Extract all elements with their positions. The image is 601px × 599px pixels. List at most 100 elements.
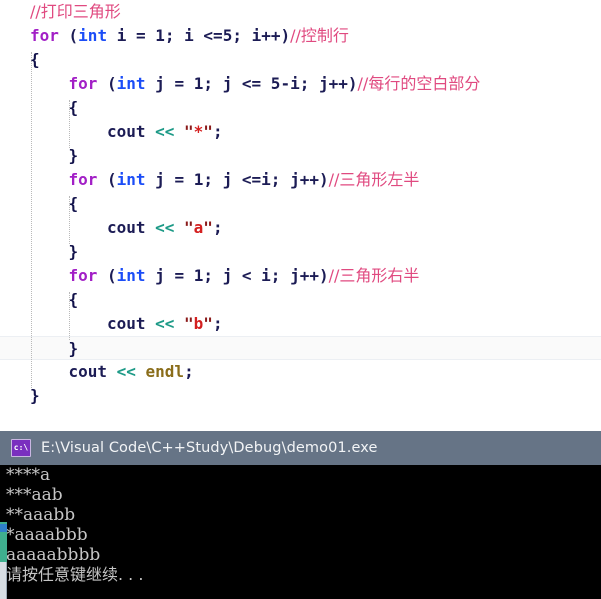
- console-output-line: ****a: [6, 465, 51, 485]
- code-token: ;: [203, 266, 223, 285]
- code-line[interactable]: //打印三角形: [0, 0, 601, 24]
- code-token: ): [318, 266, 329, 285]
- background-window-scrollbar-arrow[interactable]: [0, 524, 7, 532]
- code-token: ": [203, 314, 213, 333]
- code-line[interactable]: {: [0, 192, 601, 216]
- code-token: ": [184, 314, 194, 333]
- code-token: <: [241, 266, 262, 285]
- code-token: ": [184, 122, 194, 141]
- code-token: j: [145, 74, 175, 93]
- code-line[interactable]: }: [0, 240, 601, 264]
- code-line[interactable]: }: [0, 336, 601, 360]
- indent-guide: [31, 52, 32, 388]
- code-line[interactable]: for (int j = 1; j <=i; j++)//三角形左半: [0, 168, 601, 192]
- code-token: for: [30, 26, 59, 45]
- code-token: =: [174, 266, 194, 285]
- code-token: i: [261, 266, 271, 285]
- code-token: cout: [106, 314, 146, 333]
- code-token: 1: [155, 26, 165, 45]
- code-token: ;: [203, 74, 223, 93]
- code-token: i++: [251, 26, 281, 45]
- code-token: ;: [203, 170, 223, 189]
- code-token: <=5: [203, 26, 233, 45]
- code-token: ": [203, 218, 213, 237]
- code-token: j++: [290, 266, 319, 285]
- code-token: 1: [193, 266, 204, 285]
- code-line[interactable]: cout << "*";: [0, 120, 601, 144]
- code-token: ;: [270, 266, 291, 285]
- code-token: for: [68, 266, 98, 285]
- code-token: ): [347, 74, 358, 93]
- code-token: ;: [270, 170, 291, 189]
- console-prompt-line: 请按任意键继续. . .: [6, 565, 144, 584]
- code-token: =: [174, 74, 194, 93]
- code-token: //每行的空白部分: [357, 74, 481, 93]
- console-output-line: aaaaabbbb: [6, 545, 101, 565]
- code-token: endl: [145, 362, 185, 381]
- console-output-line: *aaaabbb: [6, 525, 88, 545]
- code-token: j: [222, 266, 242, 285]
- indent-guide: [69, 292, 71, 340]
- code-token: <<: [145, 218, 185, 237]
- code-token: int: [116, 74, 146, 93]
- code-token: j: [145, 170, 175, 189]
- console-output-line: ***aab: [6, 485, 63, 505]
- code-token: }: [68, 339, 79, 358]
- code-token: =: [174, 170, 194, 189]
- code-line[interactable]: }: [0, 384, 601, 408]
- code-token: //控制行: [290, 26, 349, 45]
- code-editor-pane[interactable]: //打印三角形 for (int i = 1; i <=5; i++)//控制行{…: [0, 0, 601, 424]
- code-token: (: [97, 266, 117, 285]
- code-token: b: [193, 314, 204, 333]
- code-line[interactable]: for (int i = 1; i <=5; i++)//控制行: [0, 24, 601, 48]
- console-output-area[interactable]: ****a ***aab **aaabb *aaaabbb aaaaabbbb 请按任意键…: [0, 465, 601, 599]
- code-token: =: [135, 26, 156, 45]
- code-line[interactable]: cout << endl;: [0, 360, 601, 384]
- code-token: //打印三角形: [30, 2, 121, 21]
- console-app-icon: c:\: [11, 439, 31, 457]
- code-token: 1: [193, 170, 204, 189]
- code-token: 1: [193, 74, 204, 93]
- code-token: a: [193, 218, 204, 237]
- code-token: i: [184, 26, 204, 45]
- code-token: ;: [212, 218, 223, 237]
- code-line[interactable]: for (int j = 1; j <= 5-i; j++)//每行的空白部分: [0, 72, 601, 96]
- code-token: //三角形右半: [328, 266, 420, 285]
- code-token: <<: [107, 362, 146, 381]
- code-token: -: [280, 74, 291, 93]
- code-token: }: [68, 242, 79, 261]
- code-token: }: [30, 386, 40, 405]
- code-line[interactable]: {: [0, 288, 601, 312]
- code-token: *: [193, 122, 204, 141]
- indent-guide: [69, 196, 71, 244]
- code-token: <<: [145, 314, 185, 333]
- code-line[interactable]: cout << "a";: [0, 216, 601, 240]
- console-output-line: **aaabb: [6, 505, 76, 525]
- code-text-area[interactable]: //打印三角形 for (int i = 1; i <=5; i++)//控制行{…: [0, 0, 601, 408]
- code-line[interactable]: cout << "b";: [0, 312, 601, 336]
- code-line[interactable]: {: [0, 48, 601, 72]
- code-token: ;: [232, 26, 252, 45]
- code-line[interactable]: }: [0, 144, 601, 168]
- code-token: //三角形左半: [328, 170, 420, 189]
- code-token: <<: [145, 122, 185, 141]
- code-token: ): [280, 26, 291, 45]
- code-token: cout: [106, 218, 146, 237]
- code-token: cout: [68, 362, 107, 381]
- code-token: for: [68, 170, 98, 189]
- code-line[interactable]: {: [0, 96, 601, 120]
- code-token: j: [222, 170, 242, 189]
- console-window[interactable]: c:\ E:\Visual Code\C++Study\Debug\demo01…: [0, 431, 601, 599]
- console-titlebar[interactable]: c:\ E:\Visual Code\C++Study\Debug\demo01…: [0, 431, 601, 465]
- code-line[interactable]: for (int j = 1; j < i; j++)//三角形右半: [0, 264, 601, 288]
- code-token: for: [68, 74, 98, 93]
- code-token: }: [68, 146, 79, 165]
- code-token: ;: [299, 74, 319, 93]
- code-token: i: [290, 74, 300, 93]
- code-token: j++: [318, 74, 348, 93]
- indent-guide: [69, 100, 71, 148]
- code-token: int: [78, 26, 108, 45]
- code-token: j++: [290, 170, 319, 189]
- code-token: (: [58, 26, 79, 45]
- code-token: i: [107, 26, 136, 45]
